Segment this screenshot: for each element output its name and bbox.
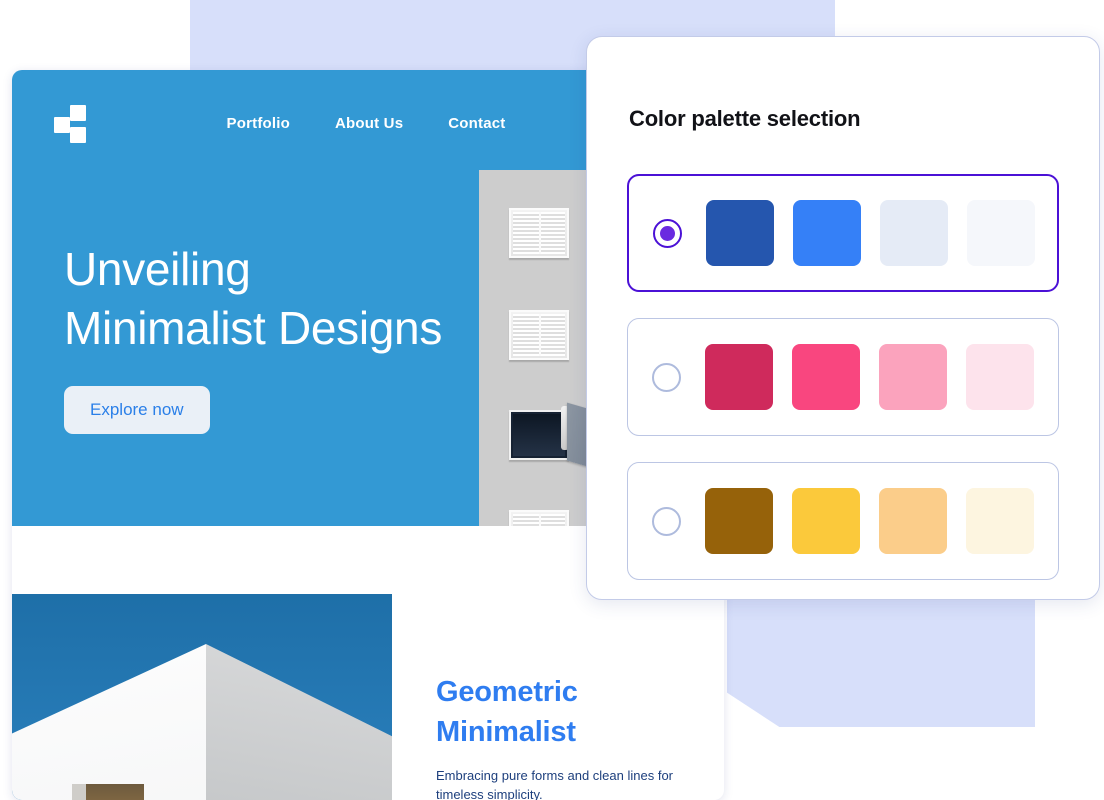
color-swatch[interactable] [879,488,947,554]
swatch-group-blue [706,200,1035,266]
feature-title-line-1: Geometric [436,676,578,708]
nav-link-contact[interactable]: Contact [448,115,505,132]
feature-card-title: Geometric Minimalist [436,672,686,752]
palette-panel-title: Color palette selection [629,106,861,131]
feature-title-line-2: Minimalist [436,716,576,748]
decorative-shape-bottom-right [727,595,1035,727]
feature-card-text: Geometric Minimalist Embracing pure form… [436,672,686,800]
color-swatch[interactable] [792,344,860,410]
color-swatch[interactable] [705,488,773,554]
color-swatch[interactable] [967,200,1035,266]
radio-button-pink[interactable] [652,362,681,392]
color-swatch[interactable] [966,488,1034,554]
color-swatch[interactable] [706,200,774,266]
screenshot-stage: Portfolio About Us Contact Unveiling Min… [0,0,1104,800]
explore-now-button[interactable]: Explore now [64,386,210,434]
swatch-group-pink [705,344,1034,410]
nav-link-portfolio[interactable]: Portfolio [227,115,290,132]
color-swatch[interactable] [880,200,948,266]
hero-heading: Unveiling Minimalist Designs [64,240,504,358]
facade-window [509,510,569,526]
palette-option-blue[interactable] [627,174,1059,292]
radio-button-blue[interactable] [653,218,682,248]
architecture-photo [12,594,392,800]
color-palette-panel: Color palette selection [586,36,1100,600]
palette-option-gold[interactable] [627,462,1059,580]
hero-text-block: Unveiling Minimalist Designs Explore now [64,240,504,434]
color-swatch[interactable] [792,488,860,554]
feature-card-description: Embracing pure forms and clean lines for… [436,768,674,800]
color-swatch[interactable] [705,344,773,410]
nav-link-about-us[interactable]: About Us [335,115,403,132]
hero-heading-line-1: Unveiling [64,243,251,295]
color-swatch[interactable] [966,344,1034,410]
palette-option-pink[interactable] [627,318,1059,436]
photo-door [86,784,144,800]
nav-links: Portfolio About Us Contact [227,115,506,132]
hero-heading-line-2: Minimalist Designs [64,302,443,354]
radio-button-gold[interactable] [652,506,681,536]
three-squares-logo-icon[interactable] [52,105,88,143]
facade-window-open [509,410,569,460]
facade-window [509,310,569,360]
color-swatch[interactable] [879,344,947,410]
color-swatch[interactable] [793,200,861,266]
facade-window [509,208,569,258]
swatch-group-gold [705,488,1034,554]
